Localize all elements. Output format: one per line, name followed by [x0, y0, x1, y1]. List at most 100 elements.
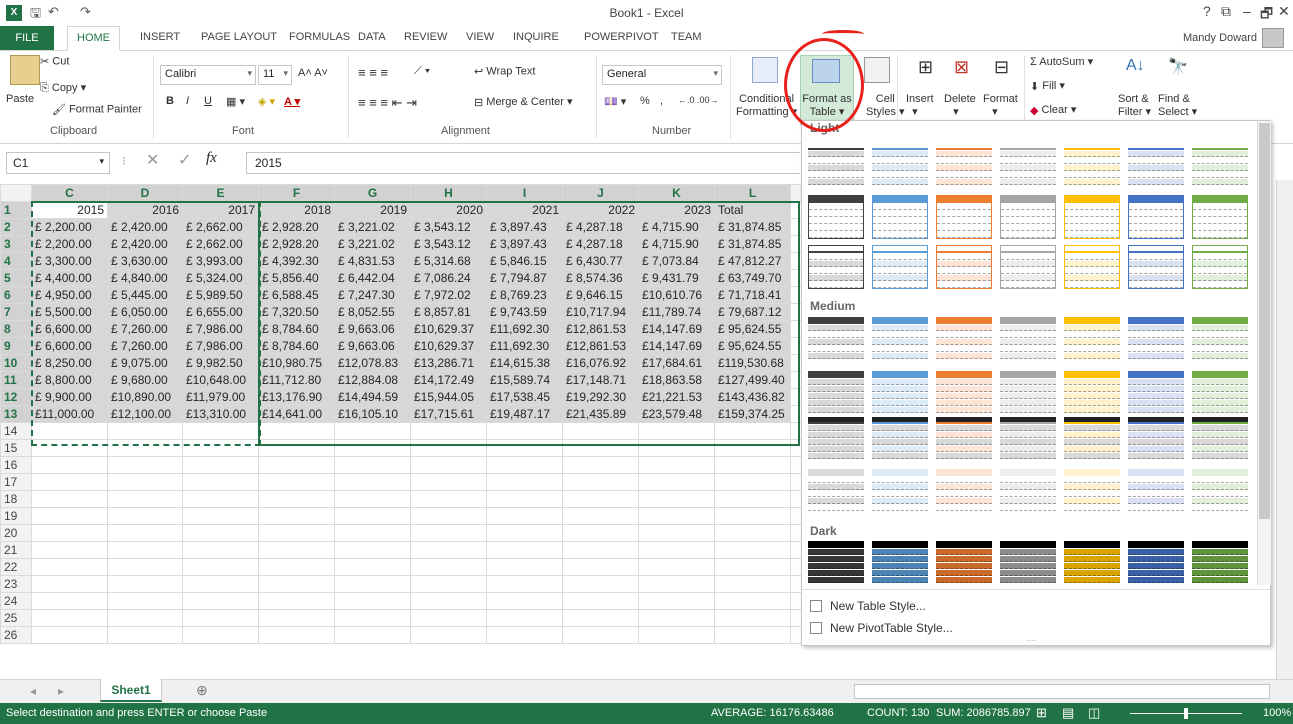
page-break-view-icon[interactable]: ◫: [1088, 705, 1100, 721]
cell[interactable]: [31, 609, 108, 627]
maximize-icon[interactable]: 🗗: [1260, 3, 1273, 27]
cut-button[interactable]: ✂ Cut: [40, 55, 69, 68]
cell[interactable]: £ 5,989.50: [182, 286, 259, 304]
cell[interactable]: [562, 575, 639, 593]
delete-button[interactable]: Delete ▾: [944, 93, 976, 118]
cell[interactable]: £ 6,655.00: [182, 303, 259, 321]
align-top-icons[interactable]: ≡ ≡ ≡: [358, 65, 388, 80]
cell[interactable]: [182, 473, 259, 491]
bold-button[interactable]: B: [166, 95, 174, 107]
cell[interactable]: [258, 558, 335, 576]
fill-color-icon[interactable]: ◈ ▾: [258, 95, 275, 108]
cell[interactable]: [410, 456, 487, 474]
table-style-light3-1[interactable]: [808, 245, 864, 289]
format-button[interactable]: Format ▾: [983, 93, 1018, 118]
format-as-table-button[interactable]: Format as Table ▾: [802, 93, 852, 118]
cell[interactable]: [714, 575, 791, 593]
cell[interactable]: £ 7,986.00: [182, 337, 259, 355]
decimal-buttons-icon[interactable]: ←.0 .00→: [678, 95, 719, 105]
cell[interactable]: [562, 626, 639, 644]
row-header[interactable]: 2: [0, 218, 32, 236]
table-style-light3-5[interactable]: [1064, 245, 1120, 289]
row-header[interactable]: 21: [0, 541, 32, 559]
column-header-l[interactable]: L: [714, 184, 791, 203]
font-name-combo[interactable]: Calibri ▾: [160, 65, 256, 85]
table-style-med3-2[interactable]: [872, 417, 928, 461]
row-header[interactable]: 18: [0, 490, 32, 508]
paste-icon[interactable]: [10, 55, 40, 85]
column-header-k[interactable]: K: [638, 184, 715, 203]
cell[interactable]: [486, 626, 563, 644]
cell[interactable]: [31, 541, 108, 559]
cell[interactable]: [258, 507, 335, 525]
cell[interactable]: £ 5,500.00: [31, 303, 108, 321]
cell[interactable]: [182, 541, 259, 559]
row-header[interactable]: 17: [0, 473, 32, 491]
tab-insert[interactable]: INSERT: [140, 31, 180, 43]
cell[interactable]: [31, 439, 108, 457]
cell[interactable]: £11,979.00: [182, 388, 259, 406]
row-header[interactable]: 11: [0, 371, 32, 389]
table-style-dark1-1[interactable]: [808, 541, 864, 585]
cell[interactable]: [562, 456, 639, 474]
row-header[interactable]: 22: [0, 558, 32, 576]
cell[interactable]: [410, 609, 487, 627]
row-header[interactable]: 10: [0, 354, 32, 372]
cell[interactable]: [638, 609, 715, 627]
cell[interactable]: £ 8,250.00: [31, 354, 108, 372]
row-header[interactable]: 24: [0, 592, 32, 610]
find-select-button[interactable]: Find & Select ▾: [1158, 93, 1197, 118]
cell[interactable]: £ 4,840.00: [107, 269, 183, 287]
insert-button[interactable]: Insert ▾: [906, 93, 934, 118]
cell[interactable]: [486, 456, 563, 474]
minimize-icon[interactable]: –: [1243, 3, 1251, 19]
cell[interactable]: [638, 456, 715, 474]
cell[interactable]: [410, 507, 487, 525]
cell[interactable]: [486, 575, 563, 593]
cell[interactable]: [107, 473, 183, 491]
fill-button[interactable]: ⬇ Fill ▾: [1030, 79, 1065, 93]
cell[interactable]: [107, 541, 183, 559]
cell[interactable]: £ 6,050.00: [107, 303, 183, 321]
new-pivottable-style-item[interactable]: New PivotTable Style...: [810, 621, 953, 635]
cell[interactable]: [486, 541, 563, 559]
insert-function-icon[interactable]: fx: [206, 150, 217, 167]
table-style-med4-5[interactable]: [1064, 469, 1120, 513]
table-style-med2-2[interactable]: [872, 371, 928, 415]
wrap-text-button[interactable]: ↩ Wrap Text: [474, 65, 535, 78]
cell[interactable]: [31, 626, 108, 644]
cell[interactable]: [410, 541, 487, 559]
cell[interactable]: [410, 592, 487, 610]
cell[interactable]: [31, 575, 108, 593]
cell[interactable]: £ 2,662.00: [182, 235, 259, 253]
row-header[interactable]: 25: [0, 609, 32, 627]
cell[interactable]: [31, 490, 108, 508]
cell[interactable]: [182, 524, 259, 542]
table-style-med2-3[interactable]: [936, 371, 992, 415]
select-all-corner[interactable]: [0, 184, 32, 202]
table-style-med3-3[interactable]: [936, 417, 992, 461]
tab-powerpivot[interactable]: POWERPIVOT: [584, 31, 659, 43]
cell[interactable]: £12,100.00: [107, 405, 183, 423]
cell-styles-button[interactable]: Cell Styles ▾: [866, 93, 905, 118]
table-style-light1-5[interactable]: [1064, 143, 1120, 187]
cell[interactable]: £ 3,993.00: [182, 252, 259, 270]
table-style-dark1-5[interactable]: [1064, 541, 1120, 585]
cell[interactable]: [258, 541, 335, 559]
table-style-light3-7[interactable]: [1192, 245, 1248, 289]
column-header-c[interactable]: C: [31, 184, 108, 203]
table-style-dark1-7[interactable]: [1192, 541, 1248, 585]
cell[interactable]: [638, 541, 715, 559]
cell[interactable]: £ 2,420.00: [107, 235, 183, 253]
cell[interactable]: [486, 473, 563, 491]
cell[interactable]: [410, 558, 487, 576]
merge-center-button[interactable]: ⊟ Merge & Center ▾: [474, 95, 573, 109]
cell[interactable]: [562, 507, 639, 525]
row-header[interactable]: 5: [0, 269, 32, 287]
cell[interactable]: [107, 592, 183, 610]
number-format-combo[interactable]: General ▾: [602, 65, 722, 85]
cell[interactable]: £ 9,680.00: [107, 371, 183, 389]
table-style-med1-1[interactable]: [808, 317, 864, 361]
table-style-light2-3[interactable]: [936, 195, 992, 239]
cell[interactable]: [562, 541, 639, 559]
